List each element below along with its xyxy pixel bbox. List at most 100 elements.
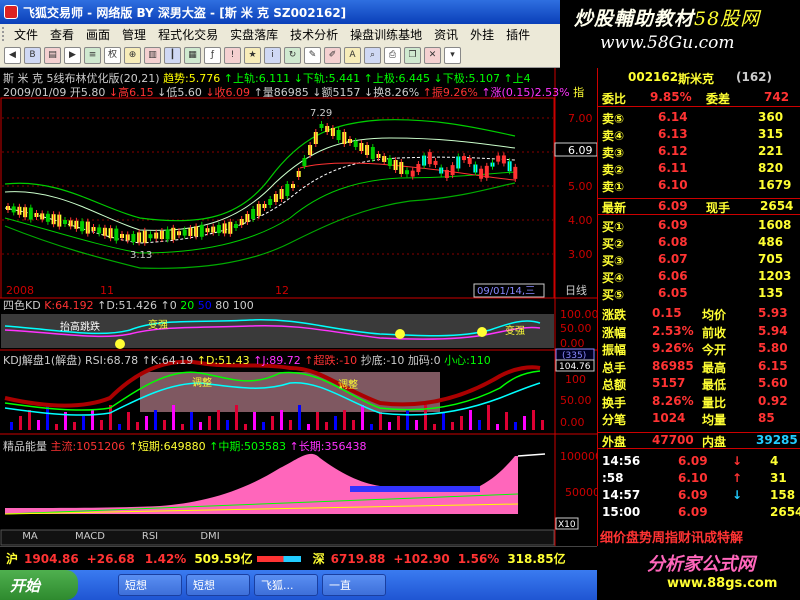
print-icon[interactable]: ⎙ bbox=[384, 47, 401, 64]
kdj-bar bbox=[307, 424, 310, 430]
menu-view[interactable]: 查看 bbox=[44, 26, 80, 43]
bid-volume: 486 bbox=[758, 235, 784, 249]
ask-label: 卖① bbox=[602, 180, 625, 194]
tick-row: :58 6.10 ↑ 31 bbox=[598, 471, 800, 488]
indicator-tabs: MA MACD RSI DMI bbox=[0, 531, 553, 542]
watermark-top: 炒股輔助教材58股网 www.58Gu.com bbox=[560, 0, 800, 62]
task-4[interactable]: 一直 bbox=[322, 574, 386, 596]
kdj-bar bbox=[334, 416, 337, 430]
draw-icon[interactable]: ✐ bbox=[324, 47, 341, 64]
current-price: 6.09 bbox=[568, 144, 593, 157]
task-2[interactable]: 短想 bbox=[186, 574, 250, 596]
zoom-icon[interactable]: ⌕ bbox=[364, 47, 381, 64]
tick-price: 6.09 bbox=[678, 505, 708, 519]
toolbar: ◀ B ▤ ▶ ≡ 权 ⊕ ▥ ┃ ▦ ƒ ! ★ i ↻ ✎ ✐ A ⌕ ⎙ … bbox=[0, 44, 560, 68]
price-axis-5: 3.00 bbox=[568, 248, 593, 261]
menu-more-icon[interactable]: ▾ bbox=[444, 47, 461, 64]
brand-name: 分析家公式网 bbox=[647, 554, 755, 575]
task-3[interactable]: 飞狐... bbox=[254, 574, 318, 596]
bid-label: 买⑤ bbox=[602, 288, 625, 302]
stock-name: 斯米克 bbox=[678, 72, 715, 86]
kdj-bar bbox=[253, 412, 256, 430]
app-window: 飞狐交易师 - 网络版 BY 深男大盗 - [斯 米 克 SZ002162] 炒… bbox=[0, 0, 800, 600]
tick-direction: ↑ bbox=[732, 471, 743, 485]
kdj-bar bbox=[154, 410, 157, 430]
grid-icon[interactable]: ▦ bbox=[184, 47, 201, 64]
menu-program-trading[interactable]: 程式化交易 bbox=[152, 26, 224, 43]
time-2008: 2008 bbox=[6, 284, 34, 297]
menu-bar: 文件 查看 画面 管理 程式化交易 实盘落库 技术分析 操盘训练基地 资讯 外挂… bbox=[0, 24, 560, 44]
bar-date: 2009/01/09 bbox=[3, 86, 67, 99]
list-icon[interactable]: ≡ bbox=[84, 47, 101, 64]
inner-value: 39285 bbox=[756, 433, 798, 447]
stat-value: 1024 bbox=[652, 411, 686, 425]
bsi-icon[interactable]: B bbox=[24, 47, 41, 64]
refresh-icon[interactable]: ↻ bbox=[284, 47, 301, 64]
tab-rsi[interactable]: RSI bbox=[120, 531, 180, 542]
stat-label-2: 前收 bbox=[702, 325, 727, 340]
bid-label: 买③ bbox=[602, 254, 625, 268]
back-icon[interactable]: ◀ bbox=[4, 47, 21, 64]
stat-label: 总手 bbox=[602, 360, 627, 375]
kline-icon[interactable]: ┃ bbox=[164, 47, 181, 64]
tab-ma[interactable]: MA bbox=[0, 531, 60, 542]
kdj-bar bbox=[235, 405, 238, 430]
chart-icon[interactable]: ▥ bbox=[144, 47, 161, 64]
stat-value-2: 85 bbox=[758, 411, 775, 425]
kdj-bar bbox=[514, 422, 517, 430]
menu-tech-analysis[interactable]: 技术分析 bbox=[284, 26, 344, 43]
kdj-bar bbox=[181, 424, 184, 430]
scale-icon[interactable]: ⊕ bbox=[124, 47, 141, 64]
kdj-bar bbox=[127, 412, 130, 430]
menu-plugin-ext[interactable]: 外挂 bbox=[464, 26, 500, 43]
menu-file[interactable]: 文件 bbox=[8, 26, 44, 43]
bar-high: ↓高6.15 bbox=[108, 86, 154, 99]
kdj-bar bbox=[487, 405, 490, 430]
arrow-right-icon[interactable]: ▶ bbox=[64, 47, 81, 64]
alert-icon[interactable]: ! bbox=[224, 47, 241, 64]
menu-live-store[interactable]: 实盘落库 bbox=[224, 26, 284, 43]
weicha-label: 委差 bbox=[706, 92, 731, 106]
formula-icon[interactable]: ƒ bbox=[204, 47, 221, 64]
outer-value: 47700 bbox=[652, 433, 694, 447]
quote-tabs[interactable]: 细价盘势周指财讯成特解 bbox=[598, 527, 800, 546]
kdj-bar bbox=[343, 410, 346, 430]
kdj-bar bbox=[199, 422, 202, 430]
stock-icon[interactable]: ▤ bbox=[44, 47, 61, 64]
menu-manage[interactable]: 管理 bbox=[116, 26, 152, 43]
stat-value-2: 5.93 bbox=[758, 306, 788, 320]
menu-info[interactable]: 资讯 bbox=[428, 26, 464, 43]
bid-row: 买③ 6.07 705 bbox=[598, 252, 800, 269]
kdj-bar bbox=[325, 422, 328, 430]
menu-plugins[interactable]: 插件 bbox=[500, 26, 536, 43]
tab-dmi[interactable]: DMI bbox=[180, 531, 240, 542]
energy-axis-mid: 50000 bbox=[565, 486, 597, 499]
outer-label: 外盘 bbox=[602, 435, 627, 449]
kdj-bottom: 抄底:-10 bbox=[360, 354, 405, 367]
window-title: 飞狐交易师 - 网络版 BY 深男大盗 - [斯 米 克 SZ002162] bbox=[23, 5, 347, 20]
smile-icon-2 bbox=[395, 329, 405, 339]
time-12: 12 bbox=[275, 284, 289, 297]
kdj-bar bbox=[262, 422, 265, 430]
menu-screen[interactable]: 画面 bbox=[80, 26, 116, 43]
close-panel-icon[interactable]: ✕ bbox=[424, 47, 441, 64]
ask-row: 卖③ 6.12 221 bbox=[598, 144, 800, 161]
kdj-bar bbox=[244, 424, 247, 430]
text-icon[interactable]: A bbox=[344, 47, 361, 64]
star-icon[interactable]: ★ bbox=[244, 47, 261, 64]
menu-training[interactable]: 操盘训练基地 bbox=[344, 26, 428, 43]
kd-50: 50 bbox=[197, 299, 212, 312]
kdj-bar bbox=[523, 416, 526, 430]
stat-label-2: 今开 bbox=[702, 343, 727, 357]
quote-tabs-text[interactable]: 细价盘势周指财讯成特解 bbox=[600, 527, 743, 546]
stat-label: 振幅 bbox=[602, 343, 627, 357]
tab-macd[interactable]: MACD bbox=[60, 531, 120, 542]
pen-icon[interactable]: ✎ bbox=[304, 47, 321, 64]
task-1[interactable]: 短想 bbox=[118, 574, 182, 596]
start-button[interactable]: 开始 bbox=[0, 570, 78, 600]
chart-area[interactable]: 7.29 3.13 7.00 6.00 5.00 4.00 3.00 6.09 … bbox=[0, 68, 597, 546]
info-icon[interactable]: i bbox=[264, 47, 281, 64]
bid-label: 买② bbox=[602, 237, 625, 251]
weight-icon[interactable]: 权 bbox=[104, 47, 121, 64]
window-icon[interactable]: ❐ bbox=[404, 47, 421, 64]
